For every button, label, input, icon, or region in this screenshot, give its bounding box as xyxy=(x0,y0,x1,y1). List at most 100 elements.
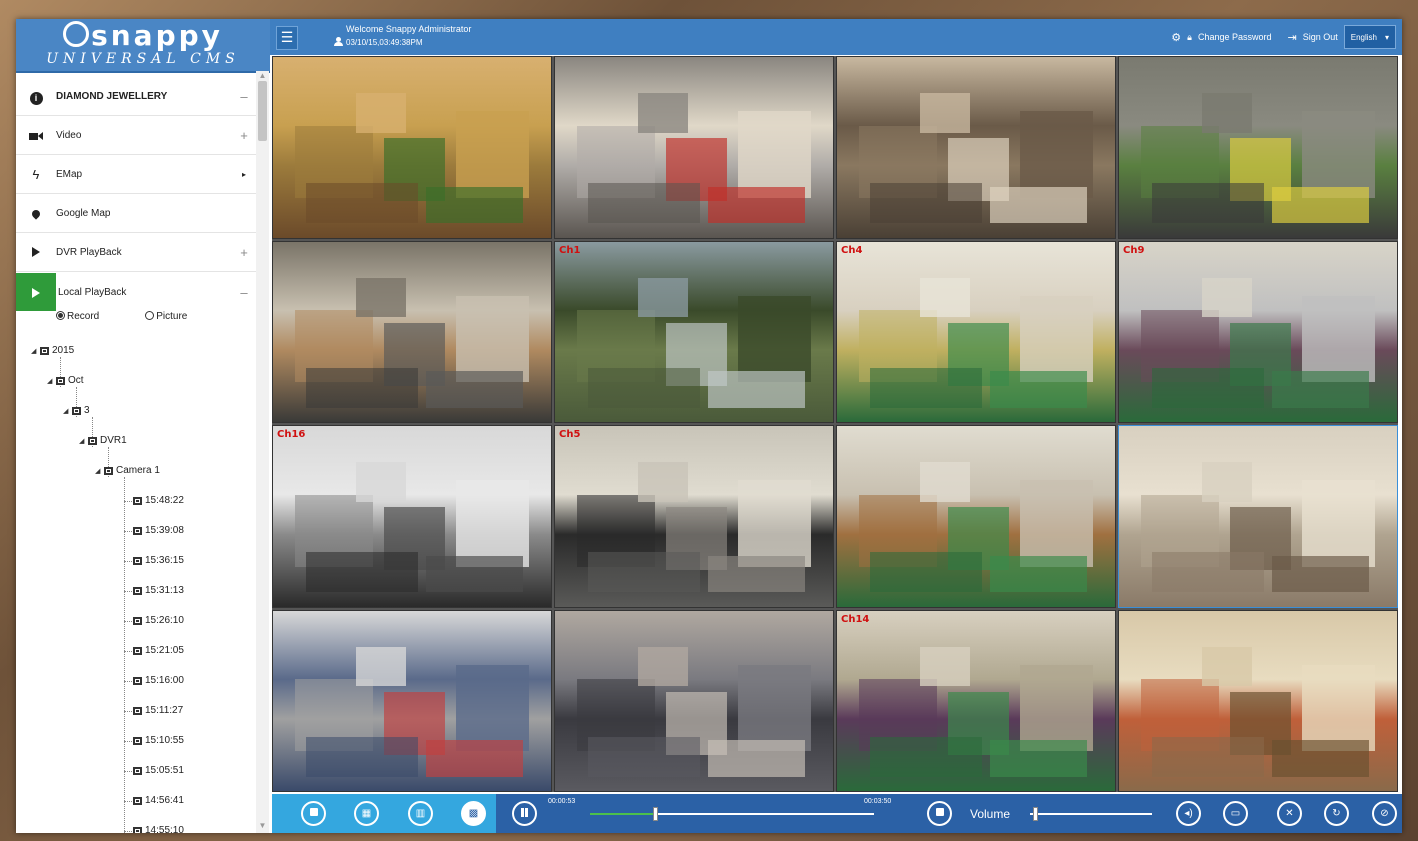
record-item[interactable]: 14:56:41 xyxy=(133,795,184,806)
sign-out-link[interactable]: Sign Out xyxy=(1303,32,1338,42)
scene-shape xyxy=(1302,111,1375,198)
sidebar: Snappy UNIVERSAL CMS ▲ ▼ i DIAMOND JEWEL… xyxy=(16,19,270,833)
channel-label: Ch1 xyxy=(559,244,581,256)
expand-icon[interactable]: + xyxy=(232,128,256,143)
tree-node-year[interactable]: ◢ 2015 xyxy=(31,345,74,356)
fullscreen-button[interactable]: ✕ xyxy=(1277,801,1302,826)
volume-track[interactable] xyxy=(1030,813,1152,815)
record-item[interactable]: 14:55:10 xyxy=(133,825,184,833)
tree-node-day[interactable]: ◢ 3 xyxy=(63,405,90,416)
total-time: 00:03:50 xyxy=(864,798,892,805)
map-pin-icon xyxy=(16,206,56,221)
layout-1-button[interactable] xyxy=(301,801,326,826)
camera-view[interactable] xyxy=(836,56,1116,239)
tree-expanded-icon[interactable]: ◢ xyxy=(79,437,88,445)
collapse-icon[interactable]: – xyxy=(232,285,256,300)
camera-view[interactable] xyxy=(1118,425,1398,608)
sidebar-item-video[interactable]: Video + xyxy=(16,117,256,155)
scene-shape xyxy=(306,552,418,593)
tree-expanded-icon[interactable]: ◢ xyxy=(63,407,72,415)
camera-view[interactable] xyxy=(836,425,1116,608)
record-item[interactable]: 15:36:15 xyxy=(133,555,184,566)
tree-node-month[interactable]: ◢ Oct xyxy=(47,375,84,386)
layout-4-button[interactable]: ▦ xyxy=(354,801,379,826)
tree-node-dvr[interactable]: ◢ DVR1 xyxy=(79,435,127,446)
record-item[interactable]: 15:39:08 xyxy=(133,525,184,536)
disable-button[interactable]: ⊘ xyxy=(1372,801,1397,826)
sidebar-item-dvr-playback[interactable]: DVR PlayBack + xyxy=(16,234,256,272)
tree-expanded-icon[interactable]: ◢ xyxy=(47,377,56,385)
pause-button[interactable] xyxy=(512,801,537,826)
language-select[interactable]: English ▾ xyxy=(1343,25,1396,49)
scene-shape xyxy=(870,736,982,777)
open-folder-button[interactable]: ▭ xyxy=(1223,801,1248,826)
stop-button[interactable] xyxy=(927,801,952,826)
scrollbar-thumb[interactable] xyxy=(258,81,267,141)
sidebar-item-local-playback[interactable]: Local PlayBack – xyxy=(16,273,256,311)
sidebar-item-site[interactable]: i DIAMOND JEWELLERY – xyxy=(16,78,256,116)
record-radio[interactable]: Record xyxy=(56,310,99,322)
brand-logo: Snappy UNIVERSAL CMS xyxy=(16,19,270,73)
radio-selected-icon xyxy=(56,310,65,320)
camera-view[interactable] xyxy=(1118,56,1398,239)
scene-shape xyxy=(1020,111,1093,198)
camera-view[interactable] xyxy=(272,56,552,239)
camera-view[interactable]: Ch5 xyxy=(554,425,834,608)
layout-16-button[interactable]: ▩ xyxy=(461,801,486,826)
play-icon xyxy=(16,273,56,311)
camera-view[interactable]: Ch14 xyxy=(836,609,1116,792)
scene-shape xyxy=(356,646,407,687)
sidebar-item-google-map[interactable]: Google Map xyxy=(16,195,256,233)
volume-label: Volume xyxy=(970,807,1011,821)
submenu-arrow-icon[interactable]: ▸ xyxy=(232,170,256,179)
sidebar-scrollbar[interactable]: ▲ ▼ xyxy=(256,71,269,833)
scene-shape xyxy=(707,186,806,224)
video-grid: Ch1 Ch4 Ch9 Ch16 Ch5 Ch14 xyxy=(272,56,1398,792)
record-item[interactable]: 15:16:00 xyxy=(133,675,184,686)
scene-shape xyxy=(920,277,971,318)
record-item[interactable]: 15:11:27 xyxy=(133,705,183,716)
camera-view[interactable]: Ch1 xyxy=(554,240,834,423)
camera-view[interactable] xyxy=(554,609,834,792)
volume-slider-handle[interactable] xyxy=(1032,807,1038,821)
record-item[interactable]: 15:26:10 xyxy=(133,615,184,626)
record-item[interactable]: 15:05:51 xyxy=(133,765,184,776)
layout-9-button[interactable]: ▥ xyxy=(408,801,433,826)
scene-shape xyxy=(356,93,407,133)
camera-view[interactable]: Ch4 xyxy=(836,240,1116,423)
scene-shape xyxy=(306,736,418,777)
camera-view[interactable] xyxy=(272,240,552,423)
tree-node-camera[interactable]: ◢ Camera 1 xyxy=(95,465,160,476)
channel-label: Ch4 xyxy=(841,244,863,256)
sidebar-item-label: Video xyxy=(56,130,82,141)
record-item[interactable]: 15:31:13 xyxy=(133,585,184,596)
scene-shape xyxy=(707,371,806,408)
record-item[interactable]: 15:48:22 xyxy=(133,495,184,506)
scroll-down-icon[interactable]: ▼ xyxy=(256,821,269,833)
scene-shape xyxy=(306,367,418,408)
record-file-icon xyxy=(133,526,142,535)
camera-view[interactable] xyxy=(1118,609,1398,792)
record-item[interactable]: 15:10:55 xyxy=(133,735,184,746)
collapse-icon[interactable]: – xyxy=(232,89,256,104)
tree-expanded-icon[interactable]: ◢ xyxy=(31,347,40,355)
tree-expanded-icon[interactable]: ◢ xyxy=(95,467,104,475)
expand-icon[interactable]: + xyxy=(232,245,256,260)
change-password-link[interactable]: Change Password xyxy=(1198,32,1272,42)
scroll-up-icon[interactable]: ▲ xyxy=(256,71,269,81)
camera-view[interactable]: Ch16 xyxy=(272,425,552,608)
picture-radio[interactable]: Picture xyxy=(145,310,187,322)
camera-view[interactable]: Ch9 xyxy=(1118,240,1398,423)
camera-view[interactable] xyxy=(554,56,834,239)
settings-gear-icon[interactable]: ⚙ xyxy=(1171,31,1181,44)
current-datetime: 03/10/15,03:49:38PM xyxy=(334,37,423,47)
camera-view[interactable] xyxy=(272,609,552,792)
record-item[interactable]: 15:21:05 xyxy=(133,645,184,656)
scene-shape xyxy=(738,664,811,752)
sidebar-item-emap[interactable]: ϟ EMap ▸ xyxy=(16,156,256,194)
menu-toggle-button[interactable]: ☰ xyxy=(276,26,298,50)
progress-slider-handle[interactable] xyxy=(653,807,659,821)
scene-shape xyxy=(425,740,524,777)
mute-speaker-button[interactable]: ◂) xyxy=(1176,801,1201,826)
refresh-button[interactable]: ↻ xyxy=(1324,801,1349,826)
